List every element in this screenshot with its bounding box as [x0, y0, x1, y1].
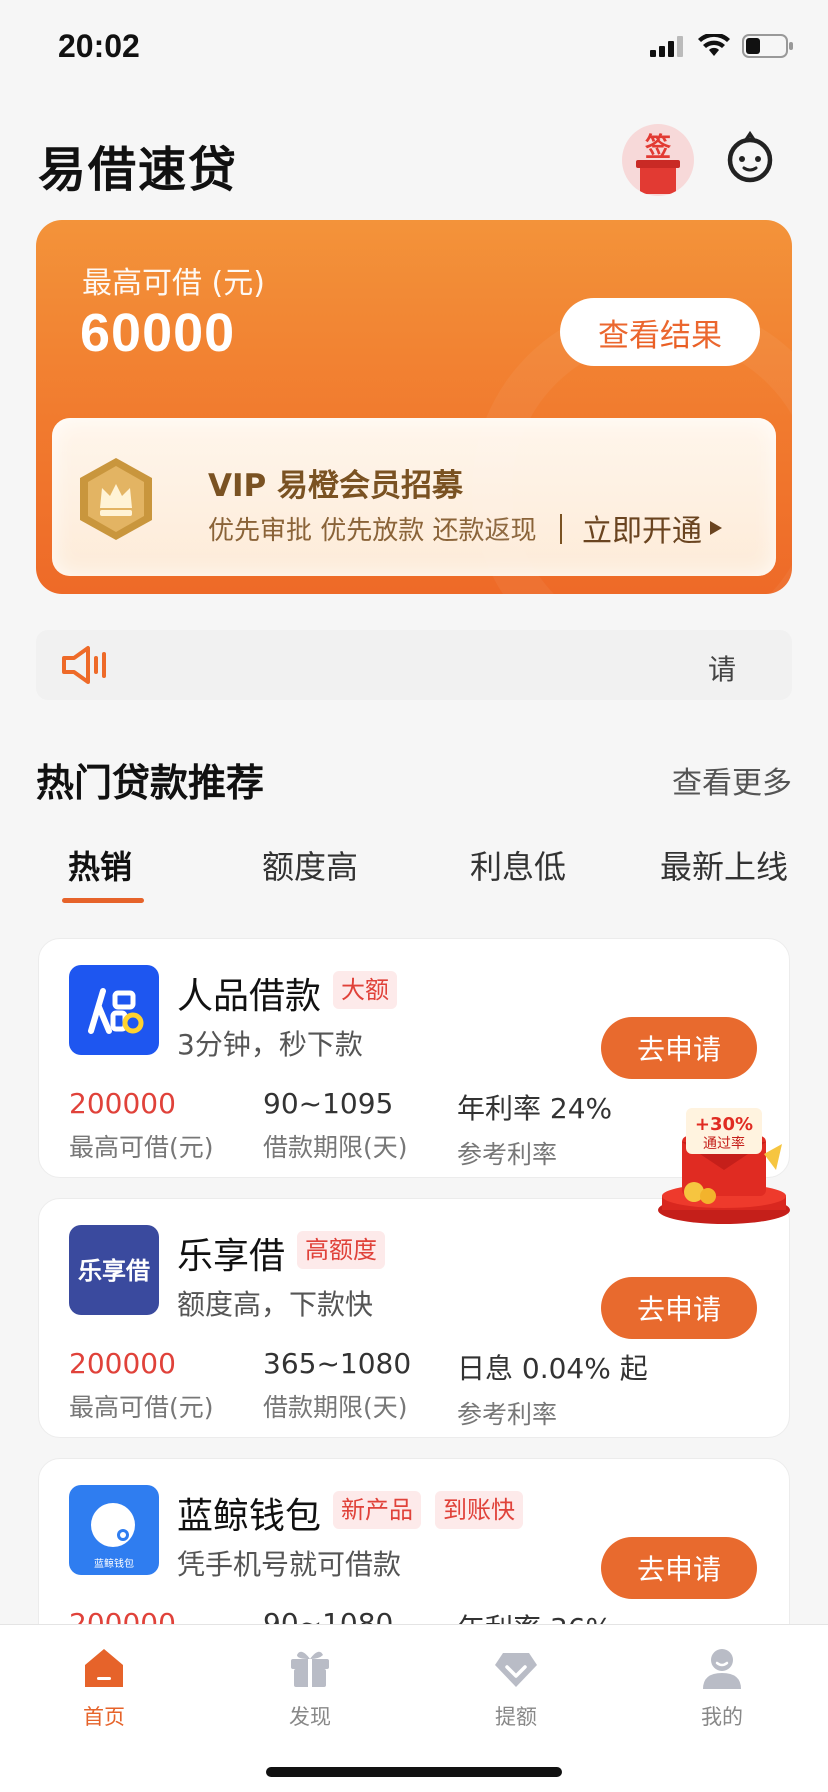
sign-in-icon: 签 — [636, 132, 680, 194]
credit-limit-amount: 60000 — [80, 303, 236, 363]
vip-crown-badge-icon — [80, 458, 152, 540]
renpin-logo-icon — [88, 988, 144, 1034]
pass-rate-promo[interactable]: +30% 通过率 — [656, 1100, 792, 1228]
stat-max-amount: 200000 最高可借(元) — [69, 1347, 214, 1424]
product-logo-lanjing: 蓝鲸钱包 — [69, 1485, 159, 1575]
speaker-icon — [62, 646, 106, 684]
view-more-link[interactable]: 查看更多 — [672, 758, 792, 802]
lexiang-logo-text: 乐享借 — [78, 1257, 150, 1285]
cellular-signal-icon — [650, 36, 683, 57]
nav-home[interactable]: 首页 — [44, 1645, 164, 1731]
battery-icon — [742, 34, 793, 58]
vip-banner[interactable]: VIP 易橙会员招募 优先审批 优先放款 还款返现 立即开通 — [52, 418, 776, 576]
status-time: 20:02 — [58, 28, 140, 64]
product-desc: 凭手机号就可借款 — [177, 1548, 402, 1581]
red-envelope-icon: +30% 通过率 — [658, 1108, 790, 1224]
stat-label: 参考利率 — [457, 1400, 558, 1429]
vip-benefits: 优先审批 优先放款 还款返现 — [208, 516, 537, 546]
stat-rate: 日息 0.04% 起 参考利率 — [457, 1347, 648, 1431]
credit-limit-label: 最高可借 (元) — [82, 266, 265, 301]
vip-divider — [560, 514, 562, 544]
product-desc: 3分钟，秒下款 — [177, 1028, 363, 1061]
stat-label: 借款期限(天) — [263, 1133, 408, 1162]
product-desc: 额度高，下款快 — [177, 1288, 374, 1321]
app-screen: 20:02 易借速贷 签 最高可借 (元) 60000 查看结果 VIP 易橙会… — [0, 0, 828, 1792]
wifi-icon — [698, 34, 730, 56]
apply-button[interactable]: 去申请 — [601, 1277, 757, 1339]
stat-term: 90~1095 借款期限(天) — [263, 1087, 408, 1164]
status-icons — [650, 34, 794, 58]
product-card[interactable]: 乐享借 乐享借 高额度 额度高，下款快 去申请 200000 最高可借(元) 3… — [38, 1198, 790, 1438]
stat-label: 最高可借(元) — [69, 1133, 214, 1162]
product-tag: 大额 — [333, 971, 397, 1009]
product-tag: 到账快 — [435, 1491, 523, 1529]
robot-icon — [727, 130, 773, 183]
lanjing-logo-icon: 蓝鲸钱包 — [91, 1503, 135, 1570]
stat-value: 200000 — [69, 1347, 176, 1380]
status-bar: 20:02 — [0, 0, 828, 100]
tab-low-interest[interactable]: 利息低 — [470, 842, 566, 888]
apply-button[interactable]: 去申请 — [601, 1017, 757, 1079]
home-icon — [85, 1649, 123, 1687]
tab-hot[interactable]: 热销 — [68, 842, 132, 888]
play-arrow-icon — [710, 521, 722, 535]
view-result-button[interactable]: 查看结果 — [560, 298, 760, 366]
promo-text: 通过率 — [703, 1135, 745, 1152]
home-indicator — [266, 1767, 562, 1777]
nav-label: 提额 — [495, 1705, 537, 1729]
credit-limit-card: 最高可借 (元) 60000 查看结果 VIP 易橙会员招募 优先审批 优先放款… — [36, 220, 792, 594]
lexiang-logo-icon: 乐享借 — [78, 1257, 150, 1285]
product-name: 蓝鲸钱包 — [177, 1496, 322, 1537]
app-title: 易借速贷 — [38, 142, 239, 198]
stat-value: 90~1095 — [263, 1087, 394, 1120]
stat-label: 最高可借(元) — [69, 1393, 214, 1422]
stat-max-amount: 200000 最高可借(元) — [69, 1087, 214, 1164]
gift-icon — [291, 1651, 329, 1687]
customer-service-button[interactable] — [722, 130, 778, 186]
vip-activate-link[interactable]: 立即开通 — [582, 506, 722, 550]
category-tabs: 热销 额度高 利息低 最新上线 — [0, 836, 828, 906]
vip-activate-label: 立即开通 — [582, 514, 702, 549]
stat-rate: 年利率 24% 参考利率 — [457, 1087, 612, 1171]
stat-value: 365~1080 — [263, 1347, 412, 1380]
notice-bar[interactable]: 请 — [36, 630, 792, 700]
stat-label: 借款期限(天) — [263, 1393, 408, 1422]
nav-discover[interactable]: 发现 — [250, 1645, 370, 1731]
product-logo-renpin — [69, 965, 159, 1055]
product-name: 乐享借 — [177, 1236, 286, 1277]
notice-text: 请 — [707, 653, 736, 686]
nav-label: 首页 — [83, 1705, 125, 1729]
lanjing-logo-text: 蓝鲸钱包 — [94, 1557, 134, 1570]
stat-value: 日息 0.04% 起 — [457, 1352, 648, 1385]
tab-newest[interactable]: 最新上线 — [660, 842, 788, 888]
section-title: 热门贷款推荐 — [36, 761, 265, 805]
stat-label: 参考利率 — [457, 1140, 558, 1169]
nav-label: 发现 — [289, 1705, 331, 1729]
diamond-icon — [495, 1653, 537, 1687]
stat-term: 365~1080 借款期限(天) — [263, 1347, 411, 1424]
sign-in-label: 签 — [645, 132, 672, 163]
nav-label: 我的 — [701, 1705, 743, 1729]
stat-value: 年利率 24% — [457, 1092, 613, 1125]
tab-high-limit[interactable]: 额度高 — [262, 842, 358, 888]
sign-in-button[interactable]: 签 — [622, 124, 694, 196]
nav-profile[interactable]: 我的 — [662, 1645, 782, 1731]
promo-badge: +30% — [695, 1114, 753, 1135]
stat-value: 200000 — [69, 1087, 176, 1120]
product-tag: 高额度 — [297, 1231, 385, 1269]
apply-button[interactable]: 去申请 — [601, 1537, 757, 1599]
product-tag: 新产品 — [333, 1491, 421, 1529]
product-logo-lexiang: 乐享借 — [69, 1225, 159, 1315]
nav-boost-limit[interactable]: 提额 — [456, 1645, 576, 1731]
user-icon — [703, 1649, 741, 1689]
vip-title: VIP 易橙会员招募 — [208, 468, 464, 504]
active-tab-indicator — [62, 898, 144, 903]
product-name: 人品借款 — [177, 976, 322, 1017]
bottom-nav: 首页 发现 提额 我的 — [0, 1624, 828, 1792]
